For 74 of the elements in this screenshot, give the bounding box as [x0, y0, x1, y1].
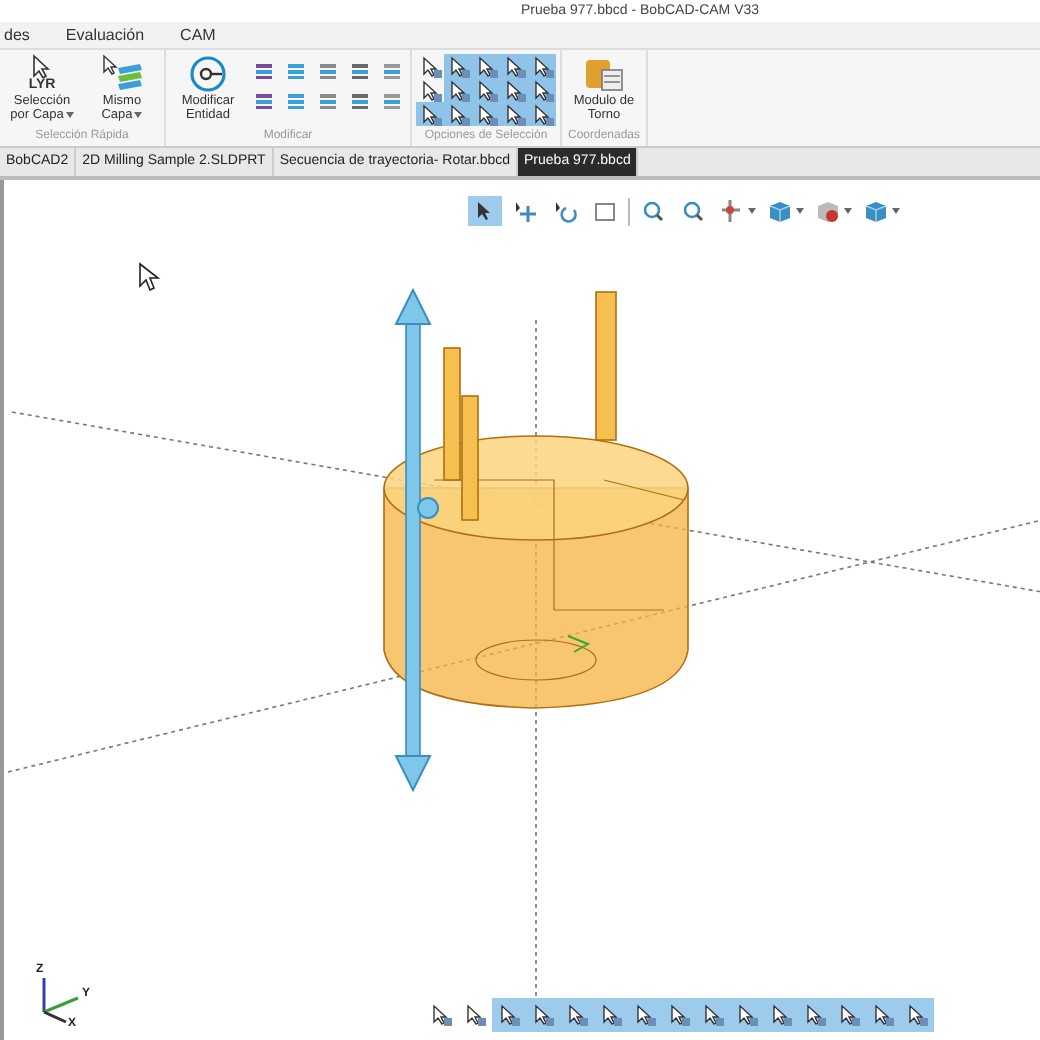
cursor-icon [872, 1004, 894, 1026]
view-tool-button[interactable] [860, 196, 902, 226]
pan-icon [718, 198, 744, 224]
lines-icon [285, 92, 305, 110]
view-tool-button[interactable] [468, 196, 502, 226]
ribbon-tool-button[interactable] [282, 60, 308, 82]
cursor-icon [770, 1004, 792, 1026]
cursor-icon [503, 79, 525, 101]
view-tool-button[interactable] [716, 196, 758, 226]
cursor-icon [447, 103, 469, 125]
selection-option-button[interactable] [528, 54, 556, 78]
cursor-icon [634, 1004, 656, 1026]
cursor-icon [503, 103, 525, 125]
ribbon-tool-button[interactable] [282, 90, 308, 112]
cursor-icon [498, 1004, 520, 1026]
cursor-icon [531, 55, 553, 77]
move-icon [512, 198, 538, 224]
ribbon-tool-button[interactable] [314, 90, 340, 112]
cursor-icon [838, 1004, 860, 1026]
selection-option-button[interactable] [528, 78, 556, 102]
cube-icon [862, 198, 888, 224]
selection-filter-button[interactable] [492, 998, 526, 1032]
cursor-icon [139, 262, 161, 292]
ribbon-tool-button[interactable] [314, 60, 340, 82]
ribbon-tool-button[interactable] [346, 60, 372, 82]
cursor-icon [531, 103, 553, 125]
cursor-icon [566, 1004, 588, 1026]
lines-icon [253, 62, 273, 80]
zoom-icon [680, 198, 706, 224]
lines-icon [285, 62, 305, 80]
shaded-cube-icon [814, 198, 840, 224]
lines-icon [253, 92, 273, 110]
cursor-icon [503, 55, 525, 77]
zoom-icon [640, 198, 666, 224]
ribbon-tool-button[interactable] [378, 90, 404, 112]
cursor-icon [531, 79, 553, 101]
menu-item[interactable]: CAM [180, 26, 216, 44]
cursor-icon [475, 79, 497, 101]
rotate-icon [552, 198, 578, 224]
menu-item[interactable]: des [4, 26, 30, 44]
lines-icon [381, 92, 401, 110]
lines-icon [349, 92, 369, 110]
circle-edit-icon [188, 54, 228, 94]
menu-item[interactable]: Evaluación [65, 26, 145, 44]
cursor-icon [475, 103, 497, 125]
cursor-icon [668, 1004, 690, 1026]
cursor-icon [447, 79, 469, 101]
selection-filter-button[interactable] [900, 998, 934, 1032]
cube-icon [766, 198, 792, 224]
cursor-icon [906, 1004, 928, 1026]
ribbon-tool-button[interactable] [346, 90, 372, 112]
view-tool-button[interactable] [812, 196, 854, 226]
cursor-icon [702, 1004, 724, 1026]
cursor-icon [736, 1004, 758, 1026]
ribbon-tool-button[interactable] [378, 60, 404, 82]
cursor-icon [475, 55, 497, 77]
cursor-icon [532, 1004, 554, 1026]
cursor-icon [447, 55, 469, 77]
ribbon-tool-button[interactable] [250, 60, 276, 82]
cursor-icon [464, 1004, 486, 1026]
selection-option-button[interactable] [528, 102, 556, 126]
lines-icon [317, 92, 337, 110]
selection-option-button[interactable] [444, 54, 472, 78]
lines-icon [317, 62, 337, 80]
lines-icon [349, 62, 369, 80]
selection-option-button[interactable] [444, 78, 472, 102]
ribbon-tool-button[interactable] [250, 90, 276, 112]
cursor-icon [804, 1004, 826, 1026]
cursor-icon [600, 1004, 622, 1026]
view-tool-button[interactable] [764, 196, 806, 226]
window-select-icon [592, 198, 618, 224]
cursor-icon [430, 1004, 452, 1026]
selection-option-button[interactable] [416, 102, 444, 126]
lines-icon [381, 62, 401, 80]
